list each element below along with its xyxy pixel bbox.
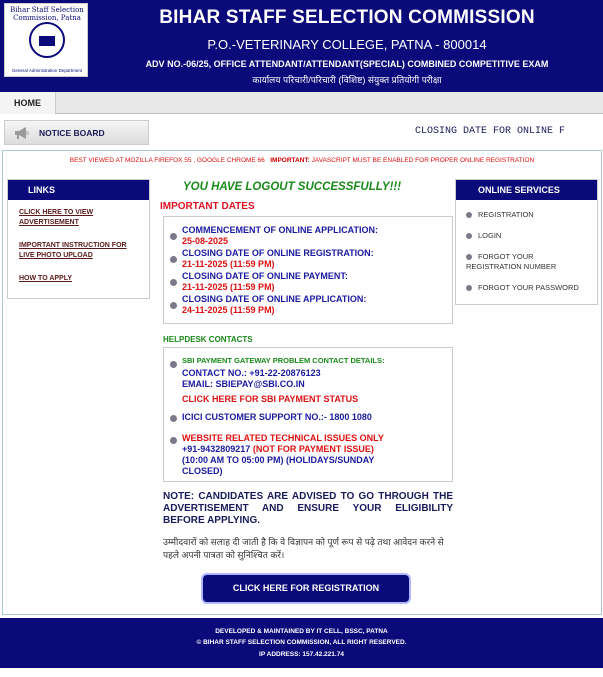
eligibility-note: NOTE: CANDIDATES ARE ADVISED TO GO THROU… [163, 491, 453, 526]
online-services-panel: ONLINE SERVICES REGISTRATION LOGIN FORGO… [455, 179, 598, 305]
service-label: FORGOT YOUR PASSWORD [478, 283, 579, 292]
helpdesk-box: SBI PAYMENT GATEWAY PROBLEM CONTACT DETA… [163, 347, 453, 482]
sbi-email: EMAIL: SBIEPAY@SBI.CO.IN [182, 379, 305, 389]
logout-success-message: YOU HAVE LOGOUT SUCCESSFULLY!!! [183, 181, 402, 193]
date-value: 21-11-2025 (11:59 PM) [182, 282, 275, 292]
date-value: 21-11-2025 (11:59 PM) [182, 259, 275, 269]
view-advertisement-link[interactable]: CLICK HERE TO VIEW ADVERTISEMENT [19, 208, 139, 228]
notice-bar: NOTICE BOARD CLOSING DATE FOR ONLINE F [0, 120, 603, 145]
date-label: CLOSING DATE OF ONLINE PAYMENT: [182, 271, 348, 281]
developed-by: DEVELOPED & MAINTAINED BY IT CELL, BSSC,… [215, 628, 388, 635]
date-label: CLOSING DATE OF ONLINE APPLICATION: [182, 294, 367, 304]
how-to-apply-link[interactable]: HOW TO APPLY [19, 274, 139, 284]
browser-recommendation: BEST VIEWED AT MOZILLA FIREFOX 55 , GOOG… [69, 157, 265, 164]
bullet-icon [170, 437, 177, 444]
service-label: FORGOT YOUR REGISTRATION NUMBER [466, 252, 557, 271]
bullet-icon [170, 415, 177, 422]
service-label: LOGIN [478, 231, 502, 240]
megaphone-icon [15, 127, 29, 139]
menu-bar: HOME [0, 92, 603, 114]
important-label: IMPORTANT: [270, 157, 310, 164]
links-heading: LINKS [8, 180, 149, 200]
logo-dept-text: General Administration Department [11, 68, 83, 73]
links-panel: LINKS CLICK HERE TO VIEW ADVERTISEMENT I… [7, 179, 150, 299]
content-wrapper: BEST VIEWED AT MOZILLA FIREFOX 55 , GOOG… [2, 150, 602, 615]
date-value: 24-11-2025 (11:59 PM) [182, 305, 275, 315]
technical-phone-line: +91-9432809217 (NOT FOR PAYMENT ISSUE) [182, 444, 374, 454]
forgot-registration-link[interactable]: FORGOT YOUR REGISTRATION NUMBER [466, 252, 581, 272]
important-dates-title: IMPORTANT DATES [160, 201, 255, 212]
important-dates-box: COMMENCEMENT OF ONLINE APPLICATION: 25-0… [163, 216, 453, 324]
icici-support-number: ICICI CUSTOMER SUPPORT NO.:- 1800 1080 [182, 412, 372, 422]
commission-address: P.O.-VETERINARY COLLEGE, PATNA - 800014 [207, 37, 487, 52]
javascript-warning: JAVASCRIPT MUST BE ENABLED FOR PROPER ON… [311, 157, 535, 164]
technical-closed: CLOSED) [182, 466, 223, 476]
browser-tips: BEST VIEWED AT MOZILLA FIREFOX 55 , GOOG… [3, 157, 601, 164]
registration-button[interactable]: CLICK HERE FOR REGISTRATION [203, 575, 409, 602]
bullet-icon [170, 256, 177, 263]
online-services-heading: ONLINE SERVICES [456, 180, 597, 200]
bullet-icon [466, 254, 472, 260]
notice-board-tab[interactable]: NOTICE BOARD [4, 120, 149, 145]
page-footer: DEVELOPED & MAINTAINED BY IT CELL, BSSC,… [0, 618, 603, 668]
sbi-contact-number: CONTACT NO.: +91-22-20876123 [182, 368, 321, 378]
logo-emblem [29, 22, 65, 58]
date-label: CLOSING DATE OF ONLINE REGISTRATION: [182, 248, 374, 258]
bullet-icon [170, 279, 177, 286]
helpdesk-title: HELPDESK CONTACTS [163, 335, 253, 344]
commission-title: BIHAR STAFF SELECTION COMMISSION [159, 7, 535, 28]
technical-hours: (10:00 AM TO 05:00 PM) (HOLIDAYS/SUNDAY [182, 455, 375, 465]
notice-marquee[interactable]: CLOSING DATE FOR ONLINE F [415, 126, 565, 137]
ip-address: IP ADDRESS: 157.42.221.74 [259, 651, 344, 658]
notice-board-label: NOTICE BOARD [39, 128, 105, 138]
login-service-link[interactable]: LOGIN [466, 231, 591, 241]
logo-arc-text: Bihar Staff Selection Commission, Patna [10, 6, 84, 22]
registration-service-link[interactable]: REGISTRATION [466, 210, 591, 220]
bullet-icon [466, 233, 472, 239]
date-label: COMMENCEMENT OF ONLINE APPLICATION: [182, 225, 378, 235]
date-value: 25-08-2025 [182, 236, 229, 246]
bullet-icon [466, 212, 472, 218]
technical-phone: +91-9432809217 [182, 444, 251, 454]
menu-home-link[interactable]: HOME [0, 92, 56, 114]
forgot-password-link[interactable]: FORGOT YOUR PASSWORD [466, 283, 591, 293]
technical-issues-title: WEBSITE RELATED TECHNICAL ISSUES ONLY [182, 433, 384, 443]
copyright: © BIHAR STAFF SELECTION COMMISSION, ALL … [196, 639, 407, 646]
eligibility-note-hindi: उम्मीदवारों को सलाह दी जाती है कि वे विज… [163, 537, 444, 560]
page-header: Bihar Staff Selection Commission, Patna … [0, 0, 603, 92]
bullet-icon [170, 233, 177, 240]
bssc-logo: Bihar Staff Selection Commission, Patna … [4, 3, 88, 77]
service-label: REGISTRATION [478, 210, 534, 219]
sbi-payment-status-link[interactable]: CLICK HERE FOR SBI PAYMENT STATUS [182, 394, 358, 404]
bullet-icon [170, 361, 177, 368]
photo-upload-instruction-link[interactable]: IMPORTANT INSTRUCTION FOR LIVE PHOTO UPL… [19, 241, 139, 261]
bullet-icon [466, 285, 472, 291]
not-payment-issue-note: (NOT FOR PAYMENT ISSUE) [252, 444, 374, 454]
sbi-gateway-title: SBI PAYMENT GATEWAY PROBLEM CONTACT DETA… [182, 356, 385, 365]
bullet-icon [170, 302, 177, 309]
exam-hindi-title: कार्यालय परिचारी/परिचारी (विशिष्ट) संयुक… [252, 75, 442, 85]
advertisement-title: ADV NO.-06/25, OFFICE ATTENDANT/ATTENDAN… [145, 59, 549, 69]
